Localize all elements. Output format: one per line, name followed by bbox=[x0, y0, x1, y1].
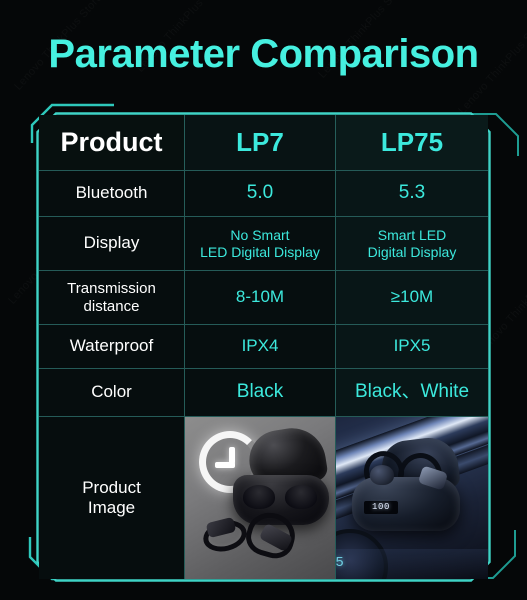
row-label-product-image-line1: Product bbox=[82, 477, 141, 497]
row-label-transmission-distance: Transmission distance bbox=[39, 271, 184, 324]
row-label-waterproof: Waterproof bbox=[39, 325, 184, 368]
row-label-product-image: Product Image bbox=[39, 417, 184, 579]
cell-color-lp75: Black、White bbox=[336, 369, 488, 416]
lp7-case-slot-left bbox=[243, 485, 275, 509]
cell-display-lp75-line2: Digital Display bbox=[367, 243, 457, 260]
table-body: Product LP7 LP75 Bluetooth 5.0 5.3 Displ… bbox=[39, 115, 488, 579]
cell-display-lp7: No Smart LED Digital Display bbox=[184, 217, 336, 270]
row-label-color: Color bbox=[39, 369, 184, 416]
table-header-lp75: LP75 bbox=[336, 115, 488, 170]
cell-color-lp7: Black bbox=[184, 369, 336, 416]
cell-display-lp7-line2: LED Digital Display bbox=[200, 243, 320, 260]
cell-bluetooth-lp7: 5.0 bbox=[184, 171, 336, 216]
table-header-product: Product bbox=[39, 115, 184, 170]
table-row: Display No Smart LED Digital Display Sma… bbox=[39, 217, 488, 271]
table-row: Product Image 100 bbox=[39, 417, 488, 579]
cell-transmission-lp75: ≥10M bbox=[336, 271, 488, 324]
lp75-earbud-left bbox=[370, 465, 394, 485]
cell-product-image-lp7 bbox=[184, 417, 336, 579]
row-label-bluetooth: Bluetooth bbox=[39, 171, 184, 216]
table-row: Bluetooth 5.0 5.3 bbox=[39, 171, 488, 217]
lp75-product-photo: 100 15 bbox=[336, 417, 488, 579]
cell-product-image-lp75: 100 15 bbox=[336, 417, 488, 579]
table-row: Waterproof IPX4 IPX5 bbox=[39, 325, 488, 369]
table-header-lp7: LP7 bbox=[184, 115, 336, 170]
cell-display-lp75-line1: Smart LED bbox=[377, 226, 447, 243]
table-header-row: Product LP7 LP75 bbox=[39, 115, 488, 171]
table-row: Color Black Black、White bbox=[39, 369, 488, 417]
cell-display-lp75: Smart LED Digital Display bbox=[336, 217, 488, 270]
table-row: Transmission distance 8-10M ≥10M bbox=[39, 271, 488, 325]
parameter-comparison-table: Product LP7 LP75 Bluetooth 5.0 5.3 Displ… bbox=[36, 112, 491, 582]
lp75-led-display: 100 bbox=[364, 501, 398, 514]
cell-display-lp7-line1: No Smart bbox=[230, 226, 290, 243]
row-label-transmission-line1: Transmission bbox=[67, 279, 156, 297]
row-label-transmission-line2: distance bbox=[83, 297, 140, 315]
row-label-product-image-line2: Image bbox=[87, 498, 136, 517]
lp7-product-photo bbox=[185, 417, 335, 579]
row-label-display: Display bbox=[39, 217, 184, 270]
cell-waterproof-lp7: IPX4 bbox=[184, 325, 336, 368]
cell-waterproof-lp75: IPX5 bbox=[336, 325, 488, 368]
cell-bluetooth-lp75: 5.3 bbox=[336, 171, 488, 216]
lp7-case-slot-right bbox=[285, 485, 317, 509]
lp7-clock-hand-horizontal bbox=[215, 462, 235, 468]
page-title: Parameter Comparison bbox=[48, 32, 479, 76]
cell-transmission-lp7: 8-10M bbox=[184, 271, 336, 324]
lp75-surface-reflection bbox=[336, 549, 488, 579]
